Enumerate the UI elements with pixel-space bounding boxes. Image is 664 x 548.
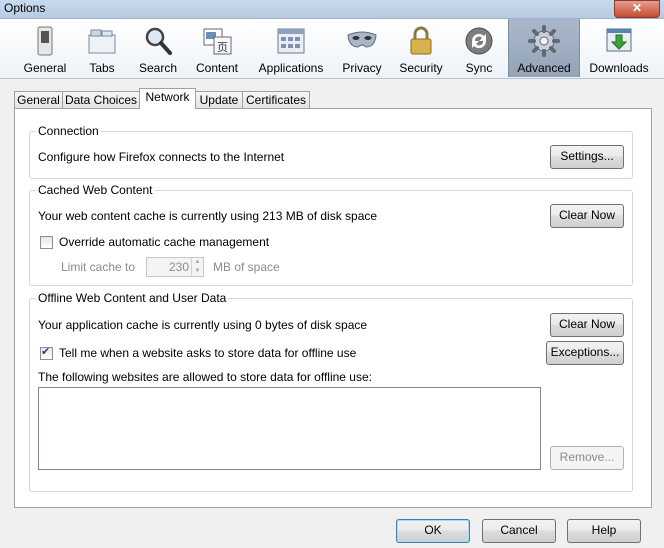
override-cache-label: Override automatic cache management — [59, 235, 270, 249]
connection-description: Configure how Firefox connects to the In… — [38, 150, 285, 164]
switch-icon — [37, 26, 53, 56]
gear-icon — [528, 25, 560, 57]
clear-offline-label: Clear Now — [558, 317, 615, 331]
tabs-icon — [88, 29, 116, 54]
window-title: Options — [4, 1, 46, 15]
spinner-down-icon[interactable]: ▼ — [192, 267, 203, 276]
help-button-label: Help — [591, 523, 617, 537]
spinner-up-icon[interactable]: ▲ — [192, 258, 203, 267]
close-button[interactable]: ✕ — [614, 0, 660, 18]
tell-offline-label: Tell me when a website asks to store dat… — [59, 346, 357, 360]
toolbar-advanced[interactable]: Advanced — [508, 19, 580, 77]
offline-title: Offline Web Content and User Data — [36, 291, 229, 305]
cache-usage-text: Your web content cache is currently usin… — [38, 209, 378, 223]
tab-network[interactable]: Network — [139, 88, 196, 109]
clear-cache-label: Clear Now — [558, 208, 615, 222]
toolbar-privacy-label: Privacy — [342, 61, 382, 75]
tab-certificates[interactable]: Certificates — [242, 91, 310, 109]
padlock-icon — [410, 26, 432, 55]
toolbar-security-label: Security — [399, 61, 443, 75]
toolbar-advanced-label: Advanced — [517, 61, 571, 75]
ok-button-label: OK — [424, 523, 442, 537]
toolbar-tabs-label: Tabs — [89, 61, 115, 75]
cache-title: Cached Web Content — [36, 183, 155, 197]
toolbar-applications[interactable]: Applications — [252, 19, 330, 77]
mask-icon — [347, 31, 377, 48]
override-cache-checkbox[interactable] — [40, 236, 53, 249]
clear-offline-button[interactable]: Clear Now — [550, 313, 624, 337]
exceptions-button[interactable]: Exceptions... — [546, 341, 624, 365]
cache-group: Cached Web Content Your web content cach… — [29, 183, 633, 286]
offline-group: Offline Web Content and User Data Your a… — [29, 291, 633, 492]
title-bar: Options ✕ — [0, 0, 664, 19]
toolbar-tabs[interactable]: Tabs — [76, 19, 128, 77]
allowed-websites-label: The following websites are allowed to st… — [38, 370, 372, 384]
toolbar-sync-label: Sync — [465, 61, 493, 75]
toolbar-security[interactable]: Security — [392, 19, 450, 77]
connection-title: Connection — [36, 124, 101, 138]
tell-offline-checkbox[interactable] — [40, 345, 53, 360]
magnifier-icon — [145, 27, 172, 55]
toolbar-applications-label: Applications — [258, 61, 324, 75]
settings-button[interactable]: Settings... — [550, 145, 624, 169]
spinner-arrows[interactable]: ▲ ▼ — [191, 258, 203, 276]
toolbar-search[interactable]: Search — [130, 19, 186, 77]
remove-button[interactable]: Remove... — [550, 446, 624, 470]
toolbar-search-label: Search — [138, 61, 178, 75]
download-icon — [606, 28, 632, 52]
preferences-toolbar: General Tabs Search 页 Content Applicatio… — [0, 19, 664, 79]
cache-limit-value: 230 — [168, 260, 189, 274]
settings-button-label: Settings... — [560, 149, 614, 163]
offline-usage-text: Your application cache is currently usin… — [38, 318, 368, 332]
cancel-button[interactable]: Cancel — [482, 519, 556, 543]
tab-update[interactable]: Update — [195, 91, 243, 109]
limit-cache-label: Limit cache to — [61, 260, 136, 274]
limit-cache-unit: MB of space — [213, 260, 280, 274]
toolbar-content-label: Content — [195, 61, 239, 75]
tab-data-choices[interactable]: Data Choices — [62, 91, 140, 109]
toolbar-privacy[interactable]: Privacy — [336, 19, 388, 77]
remove-button-label: Remove... — [559, 450, 615, 464]
ok-button[interactable]: OK — [396, 519, 470, 543]
network-pane: Connection Configure how Firefox connect… — [14, 108, 652, 508]
toolbar-general-label: General — [23, 61, 67, 75]
connection-group: Connection Configure how Firefox connect… — [29, 124, 633, 179]
toolbar-content[interactable]: 页 Content — [188, 19, 246, 77]
applications-icon — [277, 28, 305, 54]
content-icon: 页 — [203, 28, 232, 55]
toolbar-downloads-label: Downloads — [589, 61, 649, 75]
tab-general[interactable]: General — [14, 91, 63, 109]
exceptions-button-label: Exceptions... — [550, 345, 620, 359]
cache-limit-spinner[interactable]: 230 ▲ ▼ — [146, 257, 204, 277]
toolbar-sync[interactable]: Sync — [452, 19, 506, 77]
svg-text:页: 页 — [217, 41, 228, 54]
toolbar-general[interactable]: General — [16, 19, 74, 77]
help-button[interactable]: Help — [567, 519, 641, 543]
cancel-button-label: Cancel — [500, 523, 538, 537]
clear-cache-button[interactable]: Clear Now — [550, 204, 624, 228]
sync-icon — [465, 27, 493, 55]
toolbar-downloads[interactable]: Downloads — [584, 19, 654, 77]
offline-websites-list[interactable] — [38, 387, 541, 470]
